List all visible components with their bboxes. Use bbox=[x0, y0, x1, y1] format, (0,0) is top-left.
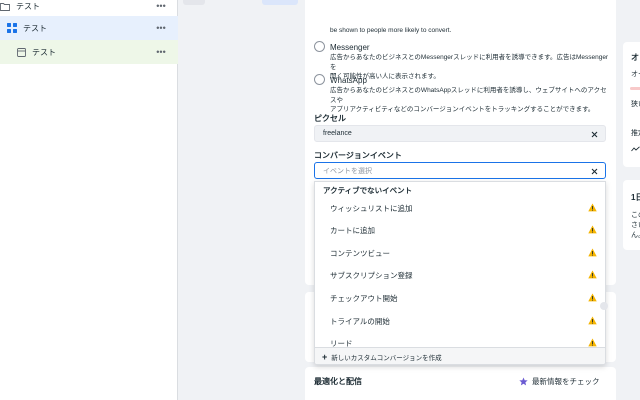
panel-text: この bbox=[631, 212, 640, 219]
dropdown-item[interactable]: サブスクリプション登録 bbox=[315, 264, 605, 286]
dropdown-item[interactable]: カートに追加 bbox=[315, 219, 605, 241]
pixel-field[interactable]: freelance bbox=[314, 125, 606, 142]
whatsapp-desc: 広告からあなたのビジネスとのWhatsAppスレッドに利用者を誘導し、ウェブサイ… bbox=[330, 86, 610, 115]
warning-icon bbox=[588, 225, 597, 234]
warning-icon bbox=[588, 338, 597, 347]
dropdown-heading: アクティブでないイベント bbox=[323, 186, 413, 195]
star-icon bbox=[519, 377, 528, 386]
event-dropdown: アクティブでないイベント ウィッシュリストに追加 カートに追加 コンテンツビュー… bbox=[314, 181, 606, 365]
warning-icon bbox=[588, 248, 597, 257]
panel-text: ん。 bbox=[631, 232, 640, 239]
whatsapp-radio[interactable] bbox=[314, 74, 325, 85]
sidebar-item-label: テスト bbox=[32, 47, 56, 57]
panel-text: さい bbox=[631, 222, 640, 229]
trend-icon bbox=[631, 146, 640, 152]
panel-text: オー bbox=[631, 71, 640, 78]
more-options-icon[interactable]: ••• bbox=[154, 23, 168, 33]
desc-line: 開く可能性が高い人に表示されます。 bbox=[330, 73, 440, 80]
conversion-event-placeholder: イベントを選択 bbox=[323, 167, 372, 175]
sidebar-item-label: テスト bbox=[23, 23, 47, 33]
more-options-icon[interactable]: ••• bbox=[154, 1, 168, 11]
dropdown-item[interactable]: トライアルの開始 bbox=[315, 310, 605, 332]
tab-stub-active[interactable] bbox=[262, 0, 298, 5]
warning-icon bbox=[588, 316, 597, 325]
warning-icon bbox=[588, 203, 597, 212]
plus-icon: + bbox=[322, 351, 328, 362]
desc-line: 広告からあなたのビジネスとのMessengerスレッドに利用者を誘導できます。広… bbox=[330, 54, 609, 71]
dropdown-item-label: ウィッシュリストに追加 bbox=[330, 203, 413, 213]
ad-icon bbox=[16, 47, 26, 57]
optimization-heading: 最適化と配信 bbox=[314, 377, 362, 386]
panel-text: 狭い bbox=[631, 101, 640, 108]
info-icon[interactable] bbox=[600, 302, 608, 310]
dropdown-item-label: コンテンツビュー bbox=[330, 248, 390, 258]
dropdown-item[interactable]: チェックアウト開始 bbox=[315, 287, 605, 309]
conversion-event-label: コンバージョンイベント bbox=[314, 151, 402, 160]
placement-partial-text: be shown to people more likely to conver… bbox=[330, 27, 452, 34]
messenger-desc: 広告からあなたのビジネスとのMessengerスレッドに利用者を誘導できます。広… bbox=[330, 53, 610, 82]
dropdown-item[interactable]: ウィッシュリストに追加 bbox=[315, 197, 605, 219]
panel-title: オ bbox=[631, 53, 639, 62]
clear-icon[interactable] bbox=[589, 129, 599, 139]
sidebar: テスト ••• テスト ••• テスト ••• bbox=[0, 0, 178, 400]
panel-text: 推定 bbox=[631, 130, 640, 137]
create-custom-conversion-button[interactable]: + 新しいカスタムコンバージョンを作成 bbox=[315, 347, 605, 364]
dropdown-item-label: カートに追加 bbox=[330, 225, 375, 235]
dropdown-item-label: チェックアウト開始 bbox=[330, 293, 398, 303]
messenger-title: Messenger bbox=[330, 43, 370, 52]
panel-title: 1日 bbox=[631, 193, 640, 202]
sidebar-item-ad[interactable]: テスト ••• bbox=[0, 40, 178, 64]
dropdown-item[interactable]: コンテンツビュー bbox=[315, 242, 605, 264]
conversion-event-input[interactable]: イベントを選択 bbox=[314, 162, 606, 179]
grid-icon bbox=[7, 23, 17, 33]
dropdown-item-label: サブスクリプション登録 bbox=[330, 270, 413, 280]
sidebar-item-adset[interactable]: テスト ••• bbox=[0, 16, 178, 40]
desc-line: アプリアクティビティなどのコンバージョンイベントをトラッキングすることができます… bbox=[330, 106, 595, 113]
pixel-value: freelance bbox=[323, 130, 352, 137]
pixel-label: ピクセル bbox=[314, 114, 346, 123]
tab-stub[interactable] bbox=[183, 0, 205, 5]
folder-icon bbox=[0, 1, 10, 11]
clear-icon[interactable] bbox=[589, 166, 599, 176]
news-link[interactable]: 最新情報をチェック bbox=[519, 376, 600, 387]
warning-icon bbox=[588, 293, 597, 302]
warning-icon bbox=[588, 270, 597, 279]
sidebar-item-label: テスト bbox=[16, 1, 40, 11]
messenger-radio[interactable] bbox=[314, 41, 325, 52]
dropdown-item-label: トライアルの開始 bbox=[330, 316, 390, 326]
audience-meter bbox=[630, 87, 640, 90]
desc-line: 広告からあなたのビジネスとのWhatsAppスレッドに利用者を誘導し、ウェブサイ… bbox=[330, 87, 607, 104]
news-label: 最新情報をチェック bbox=[532, 377, 600, 386]
create-custom-conversion-label: 新しいカスタムコンバージョンを作成 bbox=[331, 354, 442, 362]
more-options-icon[interactable]: ••• bbox=[154, 47, 168, 57]
whatsapp-title: WhatsApp bbox=[330, 76, 367, 85]
